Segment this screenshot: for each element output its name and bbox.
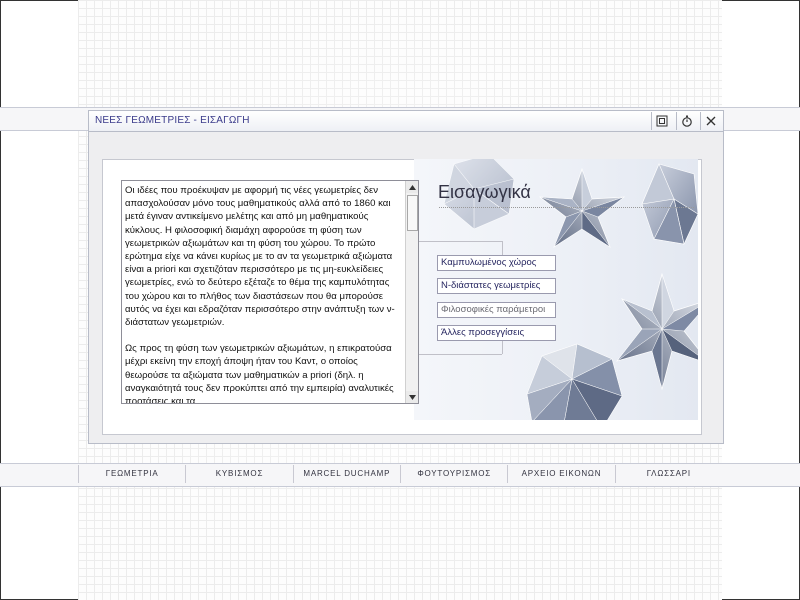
scroll-up-button[interactable] <box>406 181 418 193</box>
stopwatch-icon <box>682 115 692 127</box>
nav-futurism[interactable]: ΦΟΥΤΟΥΡΙΣΜΟΣ <box>401 465 509 483</box>
section-title: Εισαγωγικά <box>438 182 531 202</box>
nav-image-archive[interactable]: ΑΡΧΕΙΟ ΕΙΚΟΝΩΝ <box>508 465 616 483</box>
window-titlebar: ΝΕΕΣ ΓΕΩΜΕΤΡΙΕΣ - ΕΙΣΑΓΩΓΗ <box>89 111 723 132</box>
intro-text-box[interactable]: Οι ιδέες που προέκυψαν με αφορμή τις νέε… <box>121 180 419 404</box>
connector-line <box>418 354 502 355</box>
connector-line <box>502 340 503 354</box>
connector-line <box>502 241 503 255</box>
arrow-up-icon <box>408 184 416 190</box>
nav-cubism[interactable]: ΚΥΒΙΣΜΟΣ <box>186 465 294 483</box>
main-navigation: ΓΕΩΜΕΤΡΙΑ ΚΥΒΙΣΜΟΣ MARCEL DUCHAMP ΦΟΥΤΟΥ… <box>78 465 722 483</box>
intro-paragraph: Οι ιδέες που προέκυψαν με αφορμή τις νέε… <box>125 185 395 329</box>
frame-icon <box>656 115 668 127</box>
nav-glossary[interactable]: ΓΛΩΣΣΑΡΙ <box>616 465 722 483</box>
submenu-n-dimensional[interactable]: Ν-διάστατες γεωμετρίες <box>437 278 556 294</box>
intro-paragraph: Ως προς τη φύση των γεωμετρικών αξιωμάτω… <box>125 343 394 404</box>
close-icon <box>706 116 716 126</box>
scroll-thumb[interactable] <box>407 195 418 231</box>
submenu-philosophical[interactable]: Φιλοσοφικές παράμετροι <box>437 302 556 318</box>
text-scrollbar[interactable] <box>405 181 418 403</box>
intro-text: Οι ιδέες που προέκυψαν με αφορμή τις νέε… <box>125 184 403 404</box>
window-title: ΝΕΕΣ ΓΕΩΜΕΤΡΙΕΣ - ΕΙΣΑΓΩΓΗ <box>95 115 250 126</box>
timer-button[interactable] <box>676 112 697 130</box>
window-frame-button[interactable] <box>651 112 672 130</box>
submenu-other-approaches[interactable]: Άλλες προσεγγίσεις <box>437 325 556 341</box>
section-divider <box>439 207 694 208</box>
scroll-down-button[interactable] <box>406 391 418 403</box>
close-button[interactable] <box>700 112 721 130</box>
connector-line <box>418 241 502 242</box>
submenu-curved-space[interactable]: Καμπυλωμένος χώρος <box>437 255 556 271</box>
nav-marcel-duchamp[interactable]: MARCEL DUCHAMP <box>294 465 401 483</box>
nav-geometry[interactable]: ΓΕΩΜΕΤΡΙΑ <box>78 465 187 483</box>
arrow-down-icon <box>408 394 416 400</box>
